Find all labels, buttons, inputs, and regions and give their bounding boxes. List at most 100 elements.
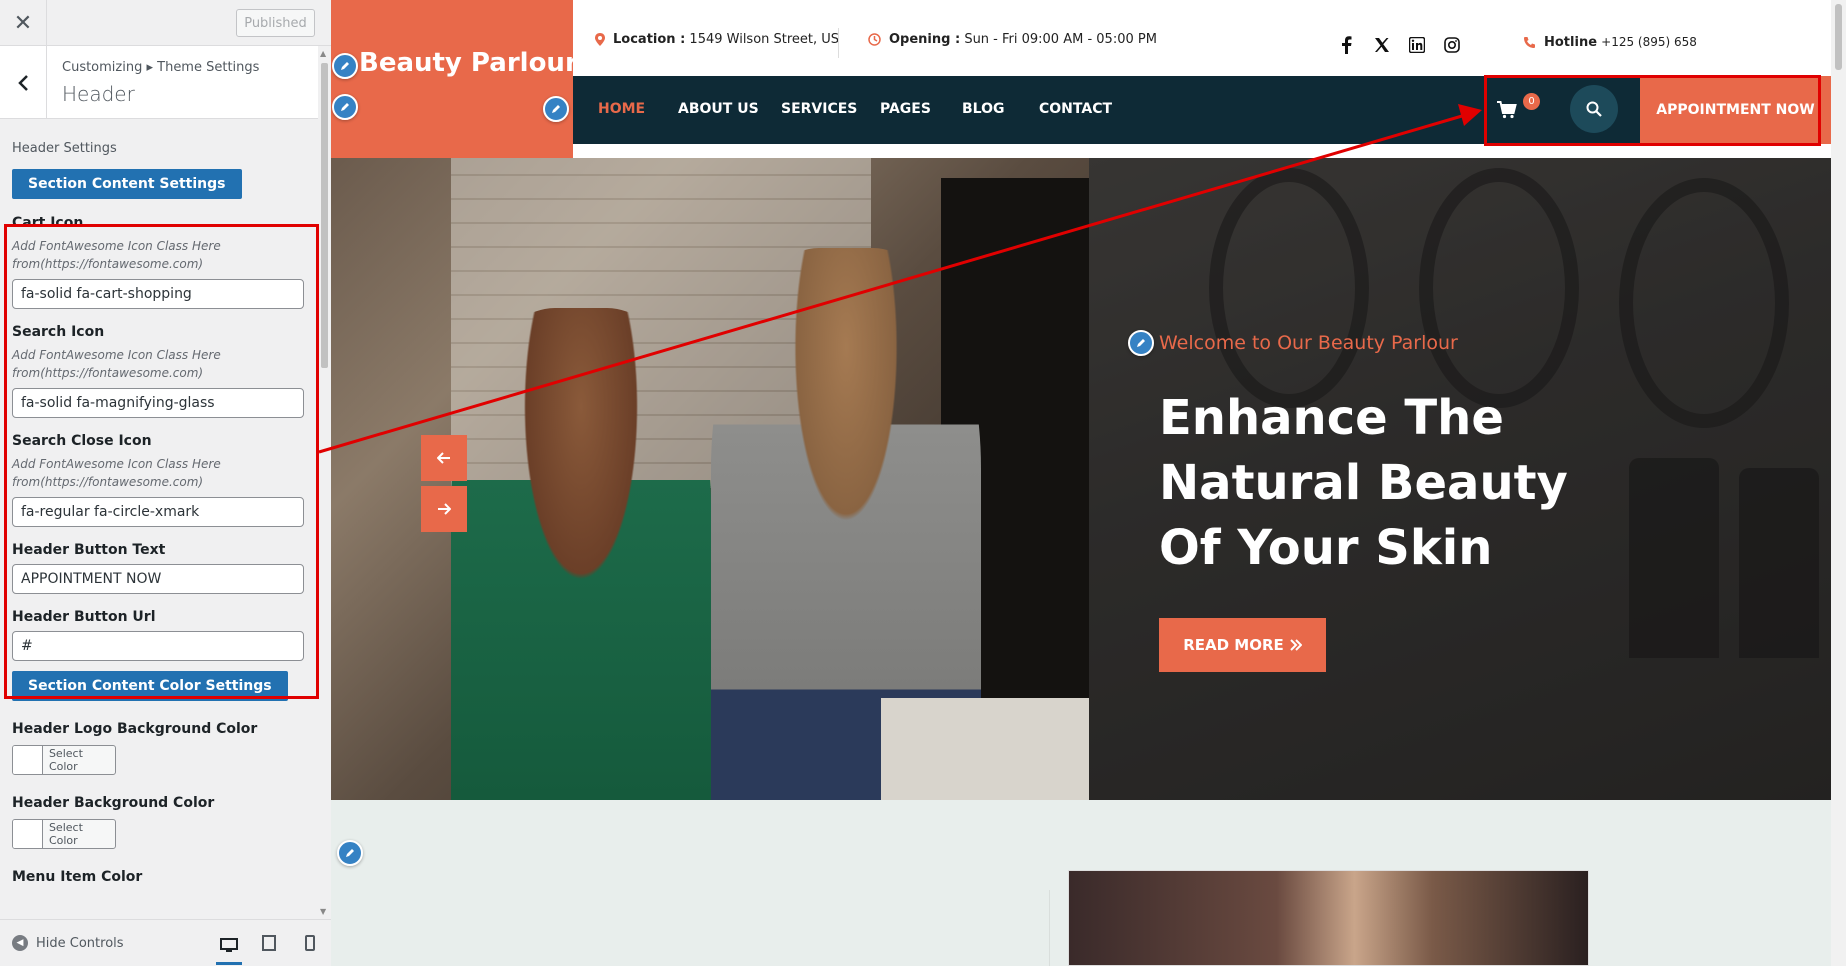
desktop-preview-button[interactable] [216,930,242,965]
nav-item-contact[interactable]: CONTACT [1039,101,1112,117]
hide-controls-label: Hide Controls [36,935,124,951]
appointment-button[interactable]: APPOINTMENT NOW [1640,76,1831,144]
section-color-settings-button[interactable]: Section Content Color Settings [12,671,288,701]
hero-heading: Enhance The Natural Beauty Of Your Skin [1159,390,1568,576]
divider [1049,890,1050,966]
section-content-settings-button[interactable]: Section Content Settings [12,169,242,199]
collapse-icon: ◀ [12,935,28,951]
edit-pencil-icon[interactable] [332,94,358,120]
select-color-label: Select Color [48,747,83,773]
scroll-thumb[interactable] [321,63,328,368]
facebook-icon[interactable] [1335,34,1357,56]
mobile-icon [305,935,315,951]
control-description: Add FontAwesome Icon Class Here from(htt… [12,457,221,489]
double-chevron-right-icon [1290,639,1302,651]
close-customizer-button[interactable]: ✕ [0,0,47,46]
control-label: Search Icon [12,324,105,340]
select-color-button[interactable]: Select Color [12,745,116,775]
scroll-thumb[interactable] [1835,4,1842,70]
opening-label: Opening : [889,32,961,47]
control-description: Add FontAwesome Icon Class Here from(htt… [12,239,221,271]
published-button[interactable]: Published [236,9,315,37]
control-label: Header Logo Background Color [12,721,258,737]
edit-pencil-icon[interactable] [1128,330,1154,356]
hero-welcome-text: Welcome to Our Beauty Parlour [1159,332,1458,354]
group-title: Header Settings [12,141,117,156]
nav-item-blog[interactable]: BLOG [962,101,1005,117]
logo-block: Beauty Parlour [331,0,578,158]
about-image [1068,870,1589,966]
edit-pencil-icon[interactable] [337,840,363,866]
customizer-sidebar: ✕ Published Customizing ▸ Theme Settings… [0,0,331,966]
section-header: Customizing ▸ Theme Settings Header [0,46,318,119]
control-label: Header Button Text [12,542,166,558]
x-icon[interactable] [1371,34,1393,56]
preview-scrollbar[interactable] [1831,0,1846,966]
phone-icon [1524,37,1535,48]
header-button-text-control: Header Button Text APPOINTMENT NOW [12,542,306,594]
top-info-bar: Location : 1549 Wilson Street, US Openin… [573,0,1831,76]
select-color-button[interactable]: Select Color [12,819,116,849]
control-label: Cart Icon [12,215,84,231]
hotline-label: Hotline [1544,35,1598,50]
mobile-preview-button[interactable] [297,932,323,954]
color-swatch [13,820,43,848]
arrow-right-icon [438,503,451,515]
edit-pencil-icon[interactable] [332,53,358,79]
search-close-icon-control: Search Close Icon Add FontAwesome Icon C… [12,433,306,527]
nav-item-services[interactable]: SERVICES [781,101,857,117]
cart-count-badge: 0 [1523,93,1540,110]
search-icon [1586,101,1602,117]
sidebar-scrollbar[interactable]: ▲ ▼ [318,46,331,919]
scroll-down-icon[interactable]: ▼ [320,907,326,916]
linkedin-icon[interactable] [1406,34,1428,56]
cart-icon-control: Cart Icon Add FontAwesome Icon Class Her… [12,215,306,309]
back-button[interactable] [0,46,47,119]
opening-info: Opening : Sun - Fri 09:00 AM - 05:00 PM [868,32,1157,47]
search-button[interactable] [1570,85,1618,133]
nav-item-home[interactable]: HOME [598,101,645,117]
control-label: Search Close Icon [12,433,152,449]
control-label: Header Button Url [12,609,156,625]
slider-prev-button[interactable] [421,435,467,481]
arrow-left-icon [437,452,450,464]
cart-button[interactable] [1489,92,1525,128]
cart-icon-input[interactable]: fa-solid fa-cart-shopping [12,279,304,309]
edit-pencil-icon[interactable] [543,96,569,122]
slider-next-button[interactable] [421,486,467,532]
hotline-value: +125 (895) 658 [1601,35,1697,49]
map-pin-icon [595,33,605,46]
chevron-left-icon [18,74,28,91]
hero-image-table [881,698,1089,800]
cart-icon [1497,101,1517,119]
clock-icon [868,33,881,46]
tablet-preview-button[interactable] [256,932,282,954]
scroll-up-icon[interactable]: ▲ [320,49,326,58]
header-button-url-control: Header Button Url # [12,609,306,661]
controls-panel: Header Settings Section Content Settings… [0,119,318,919]
site-logo[interactable]: Beauty Parlour [359,48,578,78]
header-button-url-input[interactable]: # [12,631,304,661]
header-button-text-input[interactable]: APPOINTMENT NOW [12,564,304,594]
nav-item-about-us[interactable]: ABOUT US [678,101,759,117]
logo-bg-color-control: Header Logo Background Color Select Colo… [12,721,306,775]
search-icon-control: Search Icon Add FontAwesome Icon Class H… [12,324,306,418]
search-close-icon-input[interactable]: fa-regular fa-circle-xmark [12,497,304,527]
desktop-icon [220,938,238,952]
read-more-button[interactable]: READ MORE [1159,618,1326,672]
customizer-footer: ◀ Hide Controls [0,919,331,966]
hotline-info: Hotline +125 (895) 658 [1523,35,1697,50]
hero-slider: Welcome to Our Beauty Parlour Enhance Th… [331,158,1831,800]
instagram-icon[interactable] [1441,34,1463,56]
customizer-topbar: ✕ Published [0,0,331,46]
read-more-label: READ MORE [1183,636,1284,654]
nav-item-pages[interactable]: PAGES [880,101,931,117]
section-title: Header [62,82,135,106]
menu-item-color-control: Menu Item Color [12,869,306,885]
header-spacer [573,144,1831,158]
search-icon-input[interactable]: fa-solid fa-magnifying-glass [12,388,304,418]
color-swatch [13,746,43,774]
main-nav: HOME ABOUT US SERVICES PAGES BLOG CONTAC… [573,76,1831,144]
select-color-label: Select Color [48,821,83,847]
hide-controls-button[interactable]: ◀ Hide Controls [12,935,124,951]
